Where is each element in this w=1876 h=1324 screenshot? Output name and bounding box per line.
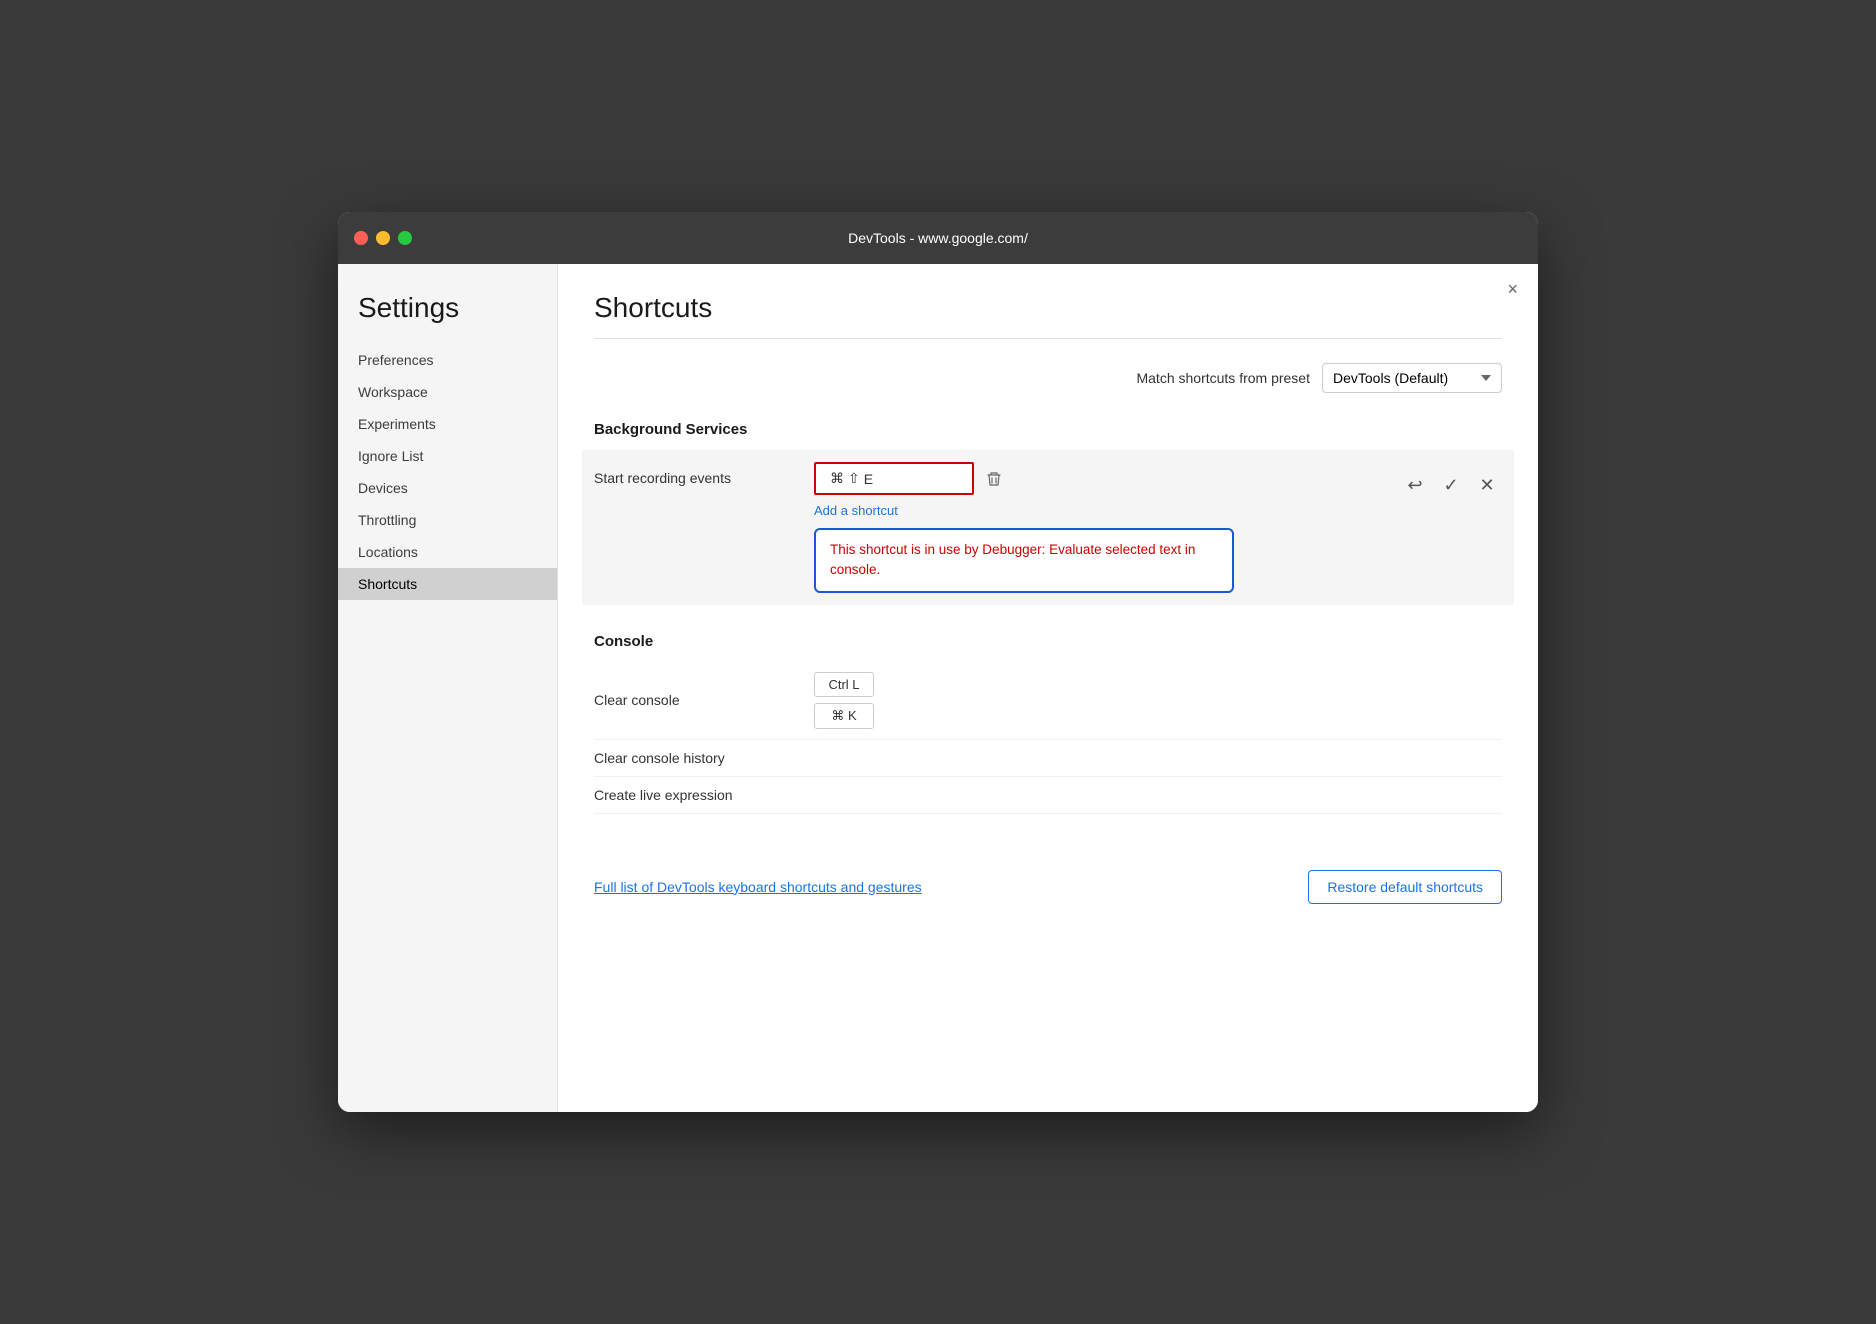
confirm-button[interactable]: ✓ — [1436, 470, 1466, 500]
title-divider — [594, 338, 1502, 339]
add-shortcut-link[interactable]: Add a shortcut — [814, 503, 1400, 518]
sidebar-item-locations[interactable]: Locations — [338, 536, 557, 568]
key-e: E — [864, 471, 873, 487]
error-message: This shortcut is in use by Debugger: Eva… — [830, 542, 1195, 577]
sidebar-item-experiments[interactable]: Experiments — [338, 408, 557, 440]
console-title: Console — [594, 633, 1502, 650]
key-command: ⌘ — [830, 470, 844, 487]
clear-console-history-label: Clear console history — [594, 750, 814, 766]
sidebar-item-workspace[interactable]: Workspace — [338, 376, 557, 408]
clear-console-keys: Ctrl L ⌘ K — [814, 672, 874, 729]
close-button[interactable]: × — [1507, 280, 1518, 298]
sidebar: Settings Preferences Workspace Experimen… — [338, 264, 558, 1112]
key-shift: ⇧ — [848, 470, 860, 487]
devtools-window: DevTools - www.google.com/ Settings Pref… — [338, 212, 1538, 1112]
sidebar-heading: Settings — [338, 292, 557, 344]
preset-row: Match shortcuts from preset DevTools (De… — [594, 363, 1502, 393]
console-section: Console Clear console Ctrl L ⌘ K Clear c… — [594, 633, 1502, 814]
start-recording-keys-area: ⌘ ⇧ E Add a shortcut — [814, 462, 1400, 593]
delete-shortcut-button[interactable] — [982, 467, 1006, 491]
key-badge-cmd-k: ⌘ K — [814, 703, 874, 729]
sidebar-item-preferences[interactable]: Preferences — [338, 344, 557, 376]
start-recording-label: Start recording events — [594, 462, 814, 486]
action-buttons: ↩ ✓ ✕ — [1400, 462, 1502, 500]
create-live-expression-label: Create live expression — [594, 787, 814, 803]
start-recording-row: Start recording events ⌘ ⇧ E — [582, 450, 1514, 605]
traffic-lights — [354, 231, 412, 245]
sidebar-item-ignore-list[interactable]: Ignore List — [338, 440, 557, 472]
undo-button[interactable]: ↩ — [1400, 470, 1430, 500]
clear-console-label: Clear console — [594, 692, 814, 708]
key-input-row: ⌘ ⇧ E — [814, 462, 1400, 495]
background-services-title: Background Services — [594, 421, 1502, 438]
content-area: Settings Preferences Workspace Experimen… — [338, 264, 1538, 1112]
error-tooltip: This shortcut is in use by Debugger: Eva… — [814, 528, 1234, 593]
full-list-link[interactable]: Full list of DevTools keyboard shortcuts… — [594, 879, 922, 895]
maximize-traffic-light[interactable] — [398, 231, 412, 245]
page-title: Shortcuts — [594, 292, 1502, 324]
create-live-expression-row: Create live expression — [594, 777, 1502, 814]
minimize-traffic-light[interactable] — [376, 231, 390, 245]
sidebar-item-throttling[interactable]: Throttling — [338, 504, 557, 536]
clear-console-history-row: Clear console history — [594, 740, 1502, 777]
sidebar-item-devices[interactable]: Devices — [338, 472, 557, 504]
cancel-edit-button[interactable]: ✕ — [1472, 470, 1502, 500]
titlebar: DevTools - www.google.com/ — [338, 212, 1538, 264]
key-input-box[interactable]: ⌘ ⇧ E — [814, 462, 974, 495]
preset-select[interactable]: DevTools (Default) Visual Studio Code — [1322, 363, 1502, 393]
restore-defaults-button[interactable]: Restore default shortcuts — [1308, 870, 1502, 904]
key-badge-ctrl-l: Ctrl L — [814, 672, 874, 697]
background-services-section: Background Services Start recording even… — [594, 421, 1502, 605]
clear-console-row: Clear console Ctrl L ⌘ K — [594, 662, 1502, 740]
preset-label: Match shortcuts from preset — [1136, 370, 1310, 386]
main-content: × Shortcuts Match shortcuts from preset … — [558, 264, 1538, 1112]
close-traffic-light[interactable] — [354, 231, 368, 245]
sidebar-item-shortcuts[interactable]: Shortcuts — [338, 568, 557, 600]
footer-area: Full list of DevTools keyboard shortcuts… — [594, 854, 1502, 904]
window-title: DevTools - www.google.com/ — [848, 230, 1028, 246]
